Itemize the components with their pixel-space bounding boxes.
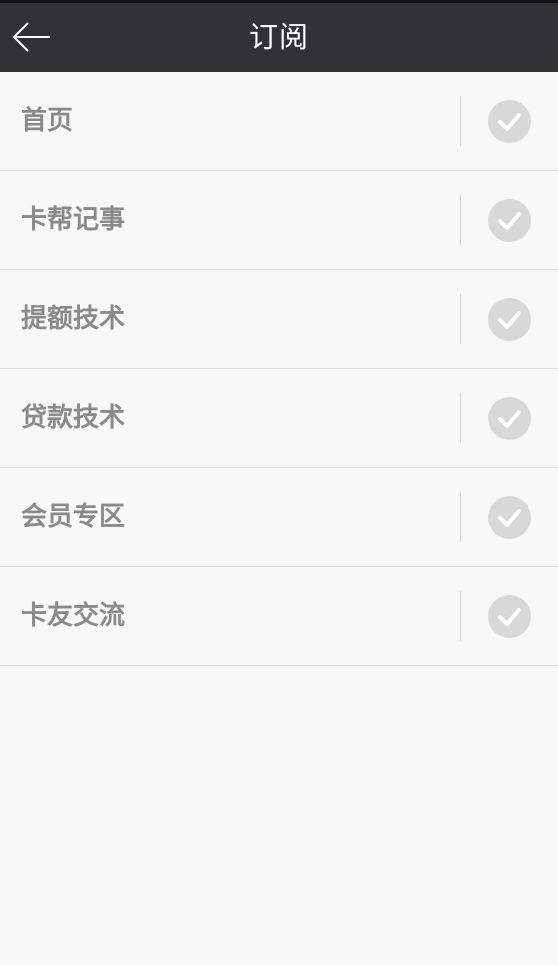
subscription-row-members[interactable]: 会员专区 bbox=[0, 468, 558, 567]
subscription-label: 贷款技术 bbox=[21, 403, 126, 433]
top-app-bar: 订阅 bbox=[0, 0, 558, 72]
subscription-row-card-notes[interactable]: 卡帮记事 bbox=[0, 171, 558, 270]
row-divider bbox=[460, 96, 461, 146]
subscribe-toggle[interactable] bbox=[488, 100, 531, 143]
subscription-label: 卡帮记事 bbox=[21, 205, 126, 235]
subscribe-toggle[interactable] bbox=[488, 298, 531, 341]
subscribe-toggle[interactable] bbox=[488, 397, 531, 440]
subscription-label: 提额技术 bbox=[21, 304, 126, 334]
row-divider bbox=[460, 492, 461, 542]
check-icon bbox=[498, 608, 521, 626]
subscribe-toggle[interactable] bbox=[488, 595, 531, 638]
subscription-label: 卡友交流 bbox=[21, 601, 126, 631]
subscribe-toggle[interactable] bbox=[488, 199, 531, 242]
row-divider bbox=[460, 393, 461, 443]
row-divider bbox=[460, 591, 461, 641]
subscription-label: 会员专区 bbox=[21, 502, 126, 532]
subscription-list: 首页 卡帮记事 提额技术 贷款技术 会员专区 卡友交流 bbox=[0, 72, 558, 666]
subscription-label: 首页 bbox=[21, 106, 74, 136]
check-icon bbox=[498, 113, 521, 131]
page-title: 订阅 bbox=[248, 20, 309, 54]
row-divider bbox=[460, 195, 461, 245]
subscription-row-credit-limit[interactable]: 提额技术 bbox=[0, 270, 558, 369]
subscription-row-home[interactable]: 首页 bbox=[0, 72, 558, 171]
check-icon bbox=[498, 212, 521, 230]
subscription-row-loans[interactable]: 贷款技术 bbox=[0, 369, 558, 468]
check-icon bbox=[498, 410, 521, 428]
check-icon bbox=[498, 509, 521, 527]
subscribe-toggle[interactable] bbox=[488, 496, 531, 539]
row-divider bbox=[460, 294, 461, 344]
subscription-row-community[interactable]: 卡友交流 bbox=[0, 567, 558, 666]
check-icon bbox=[498, 311, 521, 329]
